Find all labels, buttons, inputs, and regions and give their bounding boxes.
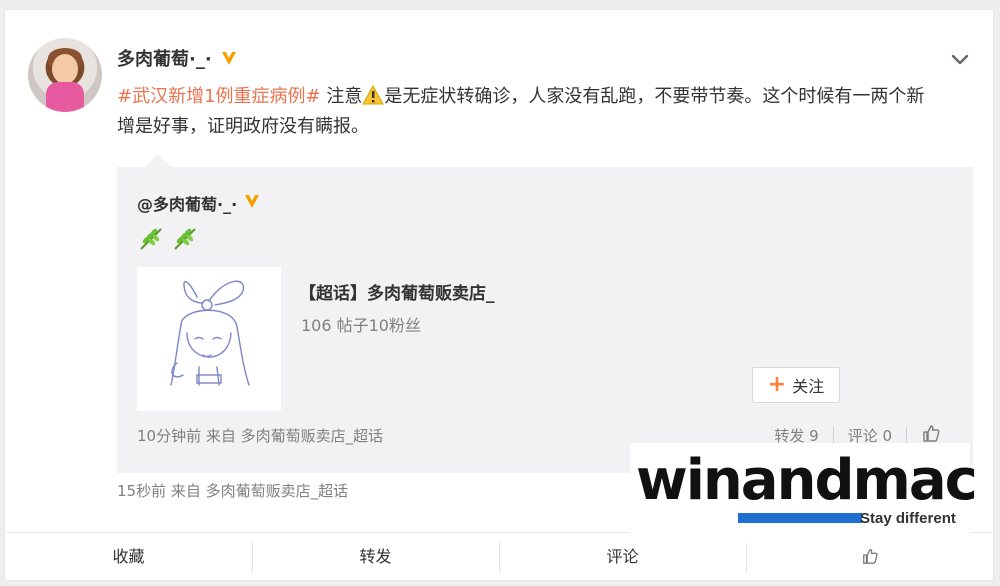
verified-icon <box>243 192 261 214</box>
watermark-tagline: Stay different <box>860 510 956 527</box>
supertopic-title[interactable]: 【超话】多肉葡萄贩卖店_ <box>299 279 495 304</box>
avatar[interactable] <box>28 38 102 112</box>
supertopic-thumbnail[interactable] <box>137 267 281 411</box>
supertopic-stats: 106 帖子10粉丝 <box>301 316 421 335</box>
follow-button[interactable]: + 关注 <box>752 367 840 403</box>
divider <box>832 427 834 443</box>
warning-icon <box>362 84 385 105</box>
username-row: 多肉葡萄·_· <box>117 45 238 71</box>
leaf-emoji-icon <box>140 228 162 250</box>
emoji-row <box>137 225 199 253</box>
like-button[interactable] <box>746 540 993 573</box>
repost-meta: 10分钟前 来自 多肉葡萄贩卖店_超话 <box>137 427 384 445</box>
forward-button[interactable]: 转发 <box>252 540 499 573</box>
repost-author[interactable]: @多肉葡萄·_· <box>137 191 237 215</box>
repost-pointer <box>145 154 171 167</box>
post-meta: 15秒前 来自 多肉葡萄贩卖店_超话 <box>117 482 349 500</box>
chevron-down-icon[interactable] <box>949 48 971 70</box>
verified-icon <box>220 49 238 67</box>
watermark-brand: winandmac <box>636 448 978 513</box>
repost-author-row: @多肉葡萄·_· <box>137 191 261 215</box>
repost-box: @多肉葡萄·_· 【超话】多肉葡萄贩卖店_ 106 帖子10粉丝 + 关注 10… <box>117 167 973 473</box>
comment-button[interactable]: 评论 <box>499 540 746 573</box>
divider <box>906 427 907 443</box>
leaf-emoji-icon <box>174 228 196 250</box>
watermark-underline <box>738 513 862 523</box>
hashtag-link[interactable]: #武汉新增1例重症病例# <box>117 86 321 107</box>
sketch-girl-image <box>170 280 250 386</box>
post-text-part1: 注意 <box>320 86 363 107</box>
favorite-button[interactable]: 收藏 <box>5 541 252 573</box>
username[interactable]: 多肉葡萄·_· <box>117 45 212 71</box>
post-text: #武汉新增1例重症病例# 注意 是无症状转确诊，人家没有乱跑，不要带节奏。这个时候… <box>117 82 937 142</box>
plus-icon: + <box>767 372 787 397</box>
like-icon <box>862 548 878 564</box>
follow-label: 关注 <box>792 377 825 396</box>
watermark-logo: winandmac Stay different <box>630 443 978 543</box>
